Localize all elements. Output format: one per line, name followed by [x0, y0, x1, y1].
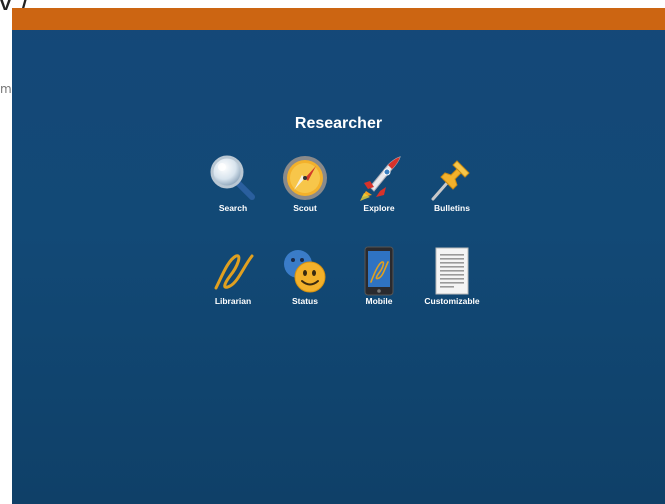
dialog-title: Researcher	[294, 115, 383, 132]
document-icon	[435, 247, 469, 295]
tile-bulletins[interactable]: Bulletins	[412, 153, 492, 213]
tile-scout[interactable]: Scout	[265, 153, 345, 213]
tile-label: Status	[292, 296, 318, 306]
tile-mobile[interactable]: Mobile	[339, 246, 419, 306]
tile-status[interactable]: Status	[265, 246, 345, 306]
tile-label: Mobile	[365, 296, 393, 306]
tile-label: Scout	[293, 203, 317, 213]
magnifier-icon	[210, 155, 255, 200]
tile-label: Bulletins	[434, 203, 470, 213]
tile-customizable[interactable]: Customizable	[412, 246, 492, 306]
tile-label: Explore	[363, 203, 395, 213]
tile-search[interactable]: Search	[193, 153, 273, 213]
dialog-top-bar	[12, 8, 665, 30]
mobile-phone-icon	[364, 246, 394, 296]
tile-librarian[interactable]: Librarian	[193, 246, 273, 306]
tile-explore[interactable]: Explore	[339, 153, 419, 213]
tile-label: Customizable	[424, 296, 480, 306]
tile-label: Librarian	[214, 296, 252, 306]
pushpin-icon	[431, 160, 470, 201]
rocket-icon	[360, 156, 401, 201]
page: v / m Researcher Search	[0, 0, 665, 504]
compass-icon	[283, 156, 327, 200]
tile-label: Search	[218, 203, 248, 213]
researcher-dialog: Researcher Search Scout Explore Bulletin…	[12, 8, 665, 504]
librarian-logo-icon	[214, 254, 254, 290]
background-side-text: m	[0, 82, 12, 96]
smiley-faces-icon	[284, 250, 326, 293]
